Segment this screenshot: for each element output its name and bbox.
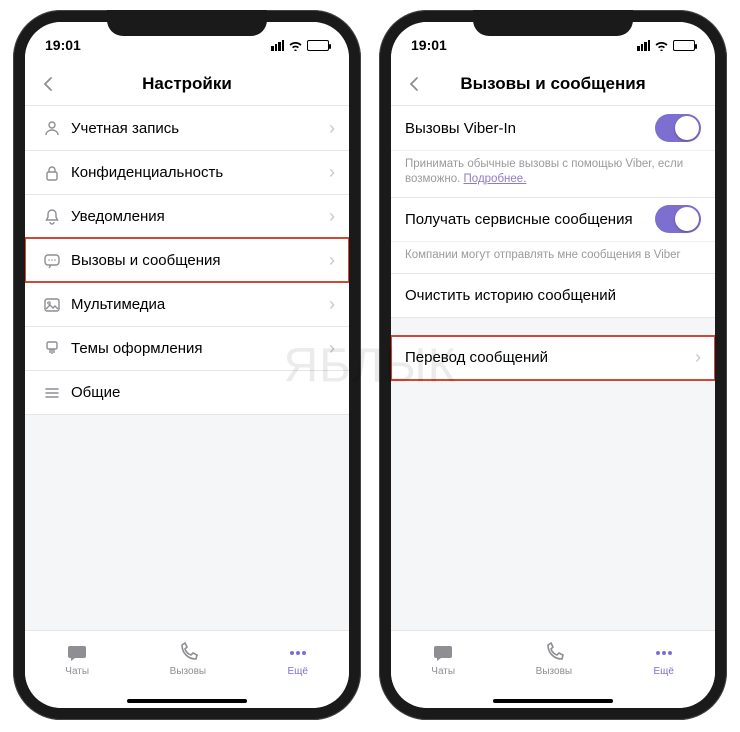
tab-label: Чаты [431, 666, 455, 677]
chat-icon [432, 642, 454, 664]
signal-icon [271, 40, 284, 51]
settings-list: Учетная запись › Конфиденциальность › Ув… [25, 106, 349, 630]
notch [473, 10, 633, 36]
phone-icon [177, 642, 199, 664]
tab-label: Вызовы [536, 666, 572, 677]
row-clear-history[interactable]: Очистить историю сообщений [391, 273, 715, 317]
tab-chats[interactable]: Чаты [431, 642, 455, 677]
more-icon [287, 642, 309, 664]
wifi-icon [654, 40, 669, 51]
battery-icon [673, 40, 695, 51]
tab-bar: Чаты Вызовы Ещё [391, 630, 715, 694]
tab-label: Ещё [653, 666, 673, 677]
image-icon [39, 296, 65, 314]
back-button[interactable] [33, 72, 65, 96]
chevron-right-icon: › [695, 347, 701, 368]
phone-icon [543, 642, 565, 664]
chevron-right-icon: › [329, 118, 335, 139]
chevron-right-icon: › [329, 206, 335, 227]
chat-icon [39, 252, 65, 270]
learn-more-link[interactable]: Подробнее. [464, 173, 527, 185]
row-label: Общие [65, 384, 335, 401]
chevron-right-icon: › [329, 338, 335, 359]
row-label: Конфиденциальность [65, 164, 329, 181]
tab-calls[interactable]: Вызовы [536, 642, 572, 677]
row-label: Перевод сообщений [405, 349, 695, 366]
signal-icon [637, 40, 650, 51]
lock-icon [39, 164, 65, 182]
row-viber-in[interactable]: Вызовы Viber-In [391, 106, 715, 150]
row-label: Уведомления [65, 208, 329, 225]
chat-icon [66, 642, 88, 664]
row-notifications[interactable]: Уведомления › [25, 194, 349, 238]
chevron-right-icon: › [329, 250, 335, 271]
chevron-right-icon: › [329, 162, 335, 183]
row-label: Учетная запись [65, 120, 329, 137]
status-time: 19:01 [45, 37, 81, 53]
page-title: Вызовы и сообщения [460, 74, 645, 94]
row-account[interactable]: Учетная запись › [25, 106, 349, 150]
notch [107, 10, 267, 36]
row-label: Очистить историю сообщений [405, 287, 701, 304]
service-messages-desc: Компании могут отправлять мне сообщения … [391, 241, 715, 273]
back-button[interactable] [399, 72, 431, 96]
phone-left: 19:01 Настройки Учетная запись › [13, 10, 361, 720]
row-label: Мультимедиа [65, 296, 329, 313]
toggle-service-messages[interactable] [655, 205, 701, 233]
page-title: Настройки [142, 74, 232, 94]
wifi-icon [288, 40, 303, 51]
row-themes[interactable]: Темы оформления › [25, 326, 349, 370]
home-indicator [25, 694, 349, 708]
home-indicator [391, 694, 715, 708]
tab-label: Чаты [65, 666, 89, 677]
status-time: 19:01 [411, 37, 447, 53]
viber-in-desc: Принимать обычные вызовы с помощью Viber… [391, 150, 715, 197]
tab-more[interactable]: Ещё [287, 642, 309, 677]
header: Настройки [25, 62, 349, 106]
calls-messages-list: Вызовы Viber-In Принимать обычные вызовы… [391, 106, 715, 630]
tab-label: Вызовы [170, 666, 206, 677]
menu-icon [39, 384, 65, 402]
brush-icon [39, 340, 65, 358]
tab-bar: Чаты Вызовы Ещё [25, 630, 349, 694]
tab-more[interactable]: Ещё [653, 642, 675, 677]
bell-icon [39, 208, 65, 226]
person-icon [39, 119, 65, 137]
row-label: Вызовы и сообщения [65, 252, 329, 269]
row-translate-messages[interactable]: Перевод сообщений › [391, 336, 715, 380]
battery-icon [307, 40, 329, 51]
tab-chats[interactable]: Чаты [65, 642, 89, 677]
row-label: Темы оформления [65, 340, 329, 357]
tab-label: Ещё [287, 666, 307, 677]
phone-right: 19:01 Вызовы и сообщения Вызовы Viber-In [379, 10, 727, 720]
row-calls-messages[interactable]: Вызовы и сообщения › [25, 238, 349, 282]
toggle-viber-in[interactable] [655, 114, 701, 142]
row-privacy[interactable]: Конфиденциальность › [25, 150, 349, 194]
row-media[interactable]: Мультимедиа › [25, 282, 349, 326]
tab-calls[interactable]: Вызовы [170, 642, 206, 677]
chevron-right-icon: › [329, 294, 335, 315]
row-general[interactable]: Общие [25, 370, 349, 414]
more-icon [653, 642, 675, 664]
row-service-messages[interactable]: Получать сервисные сообщения [391, 197, 715, 241]
row-label: Вызовы Viber-In [405, 120, 655, 137]
row-label: Получать сервисные сообщения [405, 211, 655, 228]
header: Вызовы и сообщения [391, 62, 715, 106]
